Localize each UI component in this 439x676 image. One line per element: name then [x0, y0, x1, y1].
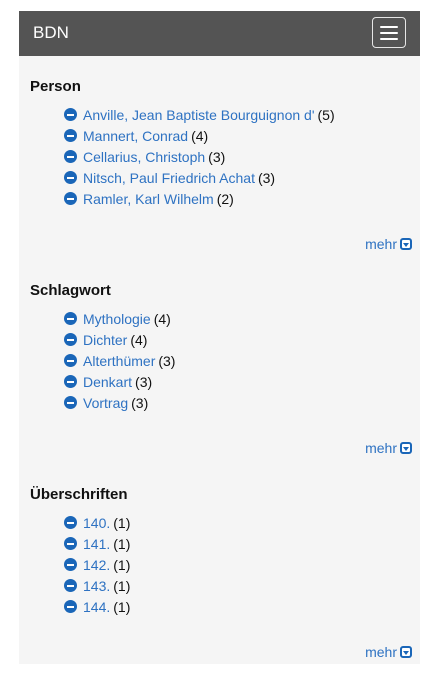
- facet-count: (3): [158, 352, 176, 369]
- list-item: 141. (1): [64, 533, 130, 554]
- facet-count: (3): [131, 394, 149, 411]
- remove-filter-icon[interactable]: [64, 312, 77, 325]
- remove-filter-icon[interactable]: [64, 192, 77, 205]
- remove-filter-icon[interactable]: [64, 558, 77, 571]
- list-item: 142. (1): [64, 554, 130, 575]
- facet-link[interactable]: Anville, Jean Baptiste Bourguignon d': [83, 107, 315, 123]
- chevron-down-icon: [400, 646, 412, 658]
- list-item: 140. (1): [64, 512, 130, 533]
- facet-count: (4): [153, 310, 171, 327]
- facet-link[interactable]: 144.: [83, 599, 110, 615]
- section-title: Person: [30, 78, 81, 95]
- facet-count: (5): [317, 106, 335, 123]
- top-navbar: BDN: [19, 11, 420, 56]
- hamburger-menu-icon: [380, 37, 398, 40]
- facet-count: (1): [113, 514, 131, 531]
- chevron-down-icon: [400, 442, 412, 454]
- facet-link[interactable]: Ramler, Karl Wilhelm: [83, 191, 214, 207]
- facet-count: (4): [130, 331, 148, 348]
- remove-filter-icon[interactable]: [64, 333, 77, 346]
- section-title: Überschriften: [30, 486, 128, 503]
- remove-filter-icon[interactable]: [64, 108, 77, 121]
- remove-filter-icon[interactable]: [64, 354, 77, 367]
- section-title: Schlagwort: [30, 282, 111, 299]
- hamburger-menu-icon: [380, 25, 398, 28]
- facet-count: (1): [113, 535, 131, 552]
- facet-count: (1): [113, 556, 131, 573]
- more-button[interactable]: mehr: [365, 440, 412, 456]
- list-item: 144. (1): [64, 596, 130, 617]
- more-label: mehr: [365, 440, 397, 456]
- facet-link[interactable]: 143.: [83, 578, 110, 594]
- remove-filter-icon[interactable]: [64, 600, 77, 613]
- facet-count: (4): [191, 127, 209, 144]
- facet-count: (3): [208, 148, 226, 165]
- more-button[interactable]: mehr: [365, 236, 412, 252]
- facet-link[interactable]: Mythologie: [83, 311, 151, 327]
- list-item: Ramler, Karl Wilhelm (2): [64, 188, 335, 209]
- list-item: Alterthümer (3): [64, 350, 175, 371]
- remove-filter-icon[interactable]: [64, 537, 77, 550]
- remove-filter-icon[interactable]: [64, 171, 77, 184]
- facet-link[interactable]: 140.: [83, 515, 110, 531]
- facet-list: 140. (1) 141. (1) 142. (1) 143. (1) 144.: [64, 512, 130, 617]
- facet-link[interactable]: Nitsch, Paul Friedrich Achat: [83, 170, 255, 186]
- more-button[interactable]: mehr: [365, 644, 412, 660]
- list-item: Anville, Jean Baptiste Bourguignon d' (5…: [64, 104, 335, 125]
- remove-filter-icon[interactable]: [64, 150, 77, 163]
- list-item: Mannert, Conrad (4): [64, 125, 335, 146]
- more-label: mehr: [365, 644, 397, 660]
- facet-list: Mythologie (4) Dichter (4) Alterthümer (…: [64, 308, 175, 413]
- facet-list: Anville, Jean Baptiste Bourguignon d' (5…: [64, 104, 335, 209]
- remove-filter-icon[interactable]: [64, 516, 77, 529]
- facet-link[interactable]: Dichter: [83, 332, 127, 348]
- facet-count: (1): [113, 577, 131, 594]
- brand-logo[interactable]: BDN: [33, 23, 69, 43]
- list-item: Denkart (3): [64, 371, 175, 392]
- hamburger-menu-icon: [380, 31, 398, 34]
- remove-filter-icon[interactable]: [64, 579, 77, 592]
- hamburger-menu-button[interactable]: [372, 17, 406, 48]
- facet-link[interactable]: 141.: [83, 536, 110, 552]
- list-item: Vortrag (3): [64, 392, 175, 413]
- remove-filter-icon[interactable]: [64, 129, 77, 142]
- facet-link[interactable]: Denkart: [83, 374, 132, 390]
- remove-filter-icon[interactable]: [64, 375, 77, 388]
- facet-count: (2): [216, 190, 234, 207]
- chevron-down-icon: [400, 238, 412, 250]
- facet-link[interactable]: Vortrag: [83, 395, 128, 411]
- facet-count: (1): [113, 598, 131, 615]
- facet-link[interactable]: Mannert, Conrad: [83, 128, 188, 144]
- facet-link[interactable]: Alterthümer: [83, 353, 155, 369]
- list-item: Dichter (4): [64, 329, 175, 350]
- remove-filter-icon[interactable]: [64, 396, 77, 409]
- list-item: Mythologie (4): [64, 308, 175, 329]
- more-label: mehr: [365, 236, 397, 252]
- list-item: Nitsch, Paul Friedrich Achat (3): [64, 167, 335, 188]
- list-item: Cellarius, Christoph (3): [64, 146, 335, 167]
- facet-count: (3): [135, 373, 153, 390]
- facet-link[interactable]: Cellarius, Christoph: [83, 149, 205, 165]
- list-item: 143. (1): [64, 575, 130, 596]
- facet-panel: Person Anville, Jean Baptiste Bourguigno…: [19, 56, 420, 664]
- facet-link[interactable]: 142.: [83, 557, 110, 573]
- facet-count: (3): [257, 169, 276, 186]
